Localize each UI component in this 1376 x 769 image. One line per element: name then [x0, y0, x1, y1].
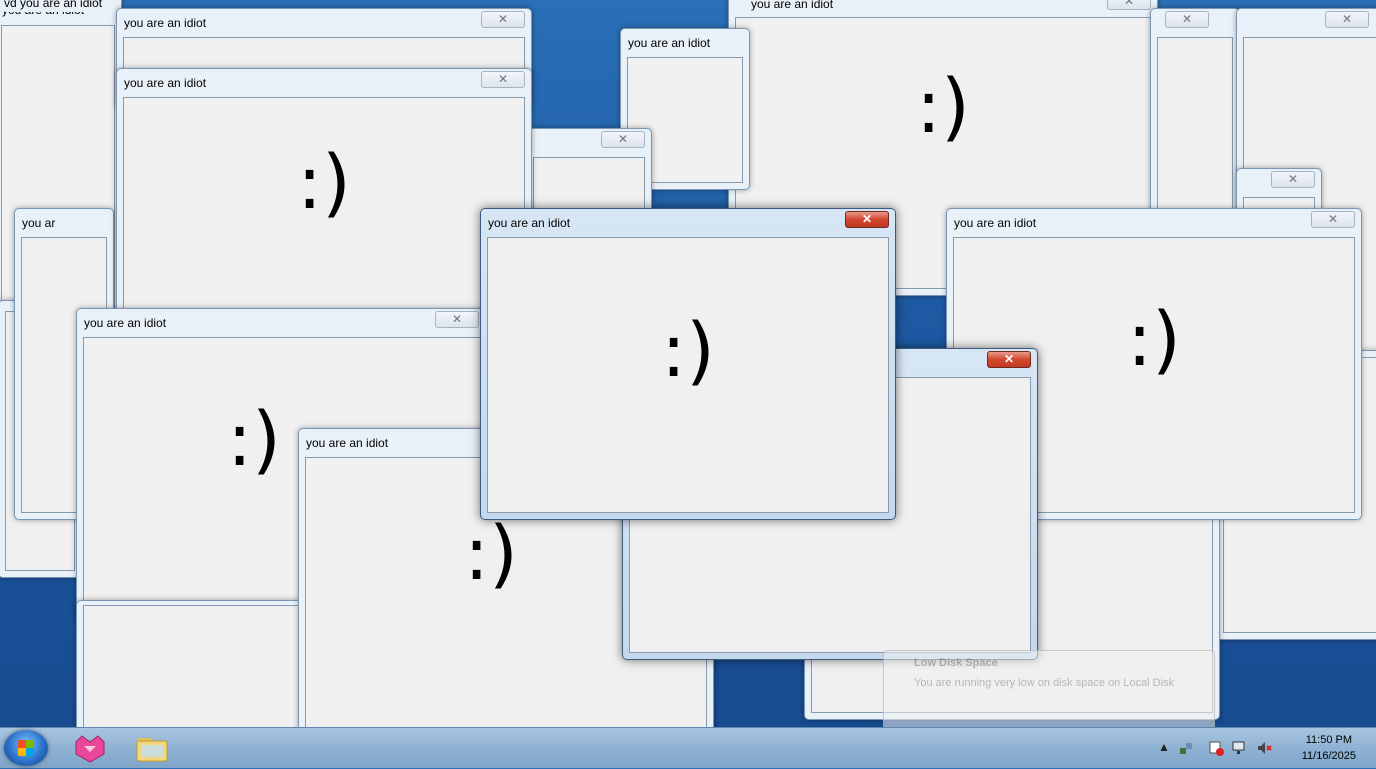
window-title: you are an idiot — [488, 216, 571, 230]
close-button[interactable]: ✕ — [1107, 0, 1151, 10]
close-button[interactable]: ✕ — [1271, 171, 1315, 188]
idiot-window[interactable]: you are an idiot ✕ :) — [116, 68, 532, 318]
close-button[interactable]: ✕ — [987, 351, 1031, 368]
taskbar: ▲ 11:50 PM 11/16/2025 — [0, 727, 1376, 768]
smiley-face: :) — [661, 307, 715, 394]
close-button[interactable]: ✕ — [601, 131, 645, 148]
low-disk-notification[interactable]: Low Disk Space You are running very low … — [883, 650, 1215, 730]
window-title: you are an idiot — [124, 76, 207, 90]
system-clock[interactable]: 11:50 PM 11/16/2025 — [1302, 732, 1356, 764]
window-title: you are an idiot — [954, 216, 1037, 230]
window-title: you are an idiot — [306, 436, 389, 450]
show-hidden-icons-icon[interactable]: ▲ — [1156, 740, 1172, 756]
window-title: you ar — [22, 216, 56, 230]
idiot-window-active[interactable]: you are an idiot ✕ :) — [480, 208, 896, 520]
close-button[interactable]: ✕ — [435, 311, 479, 328]
window-client: :) — [487, 237, 889, 513]
volume-muted-icon[interactable] — [1256, 740, 1272, 756]
network-icon[interactable] — [1178, 740, 1194, 756]
smiley-face: :) — [297, 140, 351, 227]
window-title: you are an idiot — [124, 16, 207, 30]
window-title: you are an idiot — [84, 316, 167, 330]
network-status-icon[interactable] — [1232, 740, 1248, 756]
windows-start-icon[interactable] — [4, 730, 48, 766]
smiley-face: :) — [916, 64, 970, 151]
action-center-icon[interactable] — [1208, 740, 1224, 756]
notification-area: ▲ 11:50 PM 11/16/2025 — [1156, 728, 1376, 768]
window-title: vd you are an idiot — [4, 0, 103, 10]
close-button[interactable]: ✕ — [1325, 11, 1369, 28]
desktop: { "window_title": "you are an idiot", "w… — [0, 0, 1376, 768]
idiot-window-titlebar-strip[interactable]: vd you are an idiot — [0, 0, 120, 12]
close-button[interactable]: ✕ — [1311, 211, 1355, 228]
folder-icon[interactable] — [134, 732, 170, 764]
window-client: :) — [123, 97, 525, 311]
app-icon[interactable] — [72, 732, 108, 764]
window-title: you are an idiot — [628, 36, 711, 50]
clock-date: 11/16/2025 — [1301, 750, 1356, 762]
close-button[interactable]: ✕ — [845, 211, 889, 228]
notification-title: Low Disk Space — [914, 657, 998, 669]
close-button[interactable]: ✕ — [481, 71, 525, 88]
close-button[interactable]: ✕ — [1165, 11, 1209, 28]
clock-time: 11:50 PM — [1305, 734, 1353, 746]
notification-text: You are running very low on disk space o… — [914, 677, 1175, 689]
window-title: you are an idiot — [751, 0, 834, 11]
close-button[interactable]: ✕ — [481, 11, 525, 28]
